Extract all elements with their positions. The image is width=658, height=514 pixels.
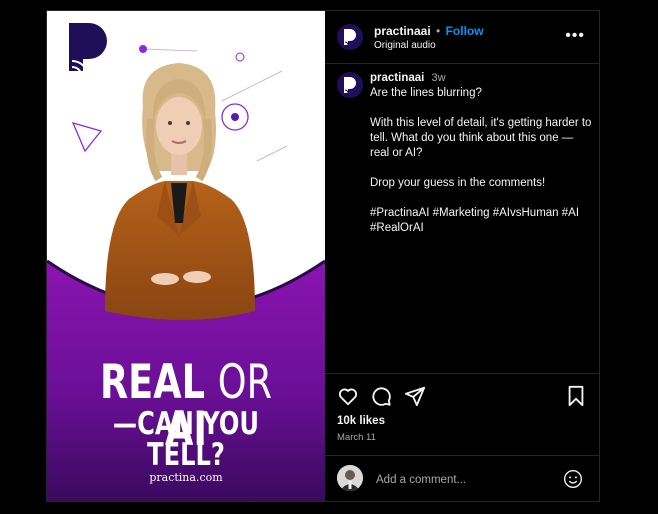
comment-input[interactable] — [374, 470, 548, 490]
bookmark-icon[interactable] — [565, 385, 587, 407]
follow-button[interactable]: Follow — [446, 24, 484, 38]
caption-time[interactable]: 3w — [432, 72, 446, 84]
post-side-panel: practinaai • Follow Original audio ••• p… — [325, 11, 599, 501]
user-avatar — [337, 465, 363, 491]
headline-or: OR — [217, 355, 273, 410]
caption-hashtags[interactable]: #PractinaAI #Marketing #AIvsHuman #AI #R… — [370, 206, 592, 236]
caption-paragraph-2: With this level of detail, it's getting … — [370, 117, 592, 159]
caption-body: practinaai 3w Are the lines blurring? Wi… — [370, 71, 592, 251]
site-url: practina.com — [149, 471, 223, 484]
post-media[interactable]: REAL OR AI —CAN YOU TELL? practina.com — [47, 11, 325, 501]
post-date[interactable]: March 11 — [337, 432, 376, 443]
instagram-post: REAL OR AI —CAN YOU TELL? practina.com p… — [46, 10, 600, 502]
share-icon[interactable] — [404, 385, 426, 407]
profile-avatar[interactable] — [337, 24, 363, 50]
comment-bar — [325, 455, 599, 502]
post-header: practinaai • Follow Original audio ••• — [325, 11, 599, 64]
caption-username[interactable]: practinaai — [370, 72, 424, 84]
comment-icon[interactable] — [370, 385, 392, 407]
audio-label[interactable]: Original audio — [374, 40, 436, 51]
more-options-icon[interactable]: ••• — [565, 28, 585, 44]
practina-logo-icon — [344, 77, 356, 93]
headline-line-2: —CAN YOU TELL? — [112, 406, 260, 473]
emoji-icon[interactable] — [563, 469, 583, 489]
caption-paragraph-3: Drop your guess in the comments! — [370, 177, 546, 189]
caption-avatar[interactable] — [337, 72, 363, 98]
likes-count[interactable]: 10k likes — [337, 415, 385, 427]
practina-logo-icon — [344, 29, 356, 45]
separator-dot: • — [436, 24, 441, 38]
heart-icon[interactable] — [337, 385, 359, 407]
action-icons — [337, 385, 587, 407]
caption-paragraph-1: Are the lines blurring? — [370, 87, 482, 99]
author-username[interactable]: practinaai — [374, 24, 431, 38]
post-author: practinaai • Follow — [374, 24, 484, 38]
